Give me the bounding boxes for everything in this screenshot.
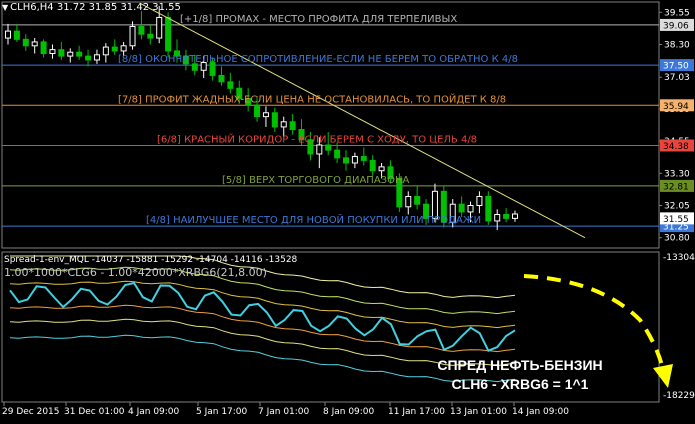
- candle-body: [31, 41, 38, 47]
- candle-body: [218, 74, 225, 83]
- chart-window[interactable]: 39.5538.3037.0335.8034.5533.3032.0530.80…: [0, 0, 695, 424]
- candle-body: [467, 204, 474, 213]
- candle-body: [334, 149, 341, 159]
- candle-body: [280, 121, 287, 128]
- candle-body: [458, 203, 465, 213]
- time-axis-label: 31 Dec 01:00: [64, 407, 125, 417]
- candle-body: [476, 195, 483, 206]
- candle-body: [76, 51, 83, 57]
- candle-body: [49, 49, 56, 55]
- candle-body: [227, 81, 234, 89]
- symbol-line: CLH6,H4 31.72 31.85 31.42 31.55: [10, 2, 181, 13]
- spread-line: [9, 281, 516, 352]
- level-label-l6: [4/8] НАИЛУЧШЕЕ МЕСТО ДЛЯ НОВОЙ ПОКУПКИ …: [146, 213, 481, 226]
- level-label-l2: [8/8] ОКОНЧАТЕЛЬНОЕ СОПРОТИВЛЕНИЕ-ЕСЛИ Н…: [118, 54, 518, 65]
- level-label-l3: [7/8] ПРОФИТ ЖАДНЫХ-ЕСЛИ ЦЕНА НЕ ОСТАНОВ…: [118, 92, 506, 105]
- candle-body: [271, 112, 278, 128]
- candle-body: [58, 49, 65, 57]
- last-price-text: 31.55: [663, 215, 689, 225]
- candle-body: [85, 55, 92, 61]
- spread-annotation: СПРЕД НЕФТЬ-БЕНЗИН CLH6 - XRBG6 = 1^1: [430, 356, 610, 394]
- envelope-band-3: [9, 304, 516, 353]
- candle-body: [494, 214, 501, 222]
- candle-body: [129, 25, 136, 47]
- level-price-badge-text: 37.50: [663, 62, 689, 72]
- candle-body: [414, 195, 421, 205]
- level-price-badge-text: 39.06: [663, 21, 689, 31]
- osc-scale-top: -13304: [663, 253, 695, 263]
- time-axis-label: 29 Dec 2015: [2, 407, 60, 417]
- level-price-badge-text: 32.81: [663, 182, 689, 192]
- candle-body: [262, 112, 269, 118]
- candle-body: [13, 30, 20, 40]
- candle-body: [156, 16, 163, 39]
- candle-body: [22, 38, 29, 47]
- candle-body: [316, 144, 323, 155]
- forecast-arrow-head-icon: [653, 364, 673, 388]
- time-axis-label: 8 Jan 09:00: [323, 407, 375, 417]
- osc-scale-bottom: -18229: [663, 391, 695, 401]
- candle-body: [512, 213, 518, 219]
- candle-body: [93, 54, 100, 61]
- level-label-l5: [5/8] ВЕРХ ТОРГОВОГО ДИАПАЗОНА: [222, 175, 409, 186]
- candle-body: [111, 46, 118, 52]
- annotation-line-1: СПРЕД НЕФТЬ-БЕНЗИН: [437, 357, 603, 373]
- candle-body: [360, 156, 367, 161]
- price-scale-label: 39.55: [664, 8, 690, 18]
- level-label-l4: [6/8] КРАСНЫЙ КОРИДОР - ЕСЛИ БЕРЕМ С ХОД…: [157, 132, 477, 145]
- time-axis-label: 14 Jan 09:00: [512, 407, 569, 417]
- price-scale-label: 32.05: [664, 201, 690, 211]
- candle-body: [485, 195, 492, 222]
- candle-body: [289, 121, 296, 131]
- candle-body: [102, 46, 109, 56]
- candle-body: [138, 25, 145, 35]
- trend-line: [139, 2, 586, 239]
- oscillator-formula: 1.00*1000*CLG6 - 1.00*42000*XRBG6(21,8.0…: [4, 266, 267, 279]
- candle-body: [405, 195, 412, 208]
- candle-body: [503, 214, 510, 219]
- price-scale-label: 33.30: [664, 169, 690, 179]
- candle-body: [165, 16, 172, 52]
- level-price-badge-text: 34.38: [663, 142, 689, 152]
- candle-body: [343, 157, 349, 164]
- symbol-title: ▼ CLH6,H4 31.72 31.85 31.42 31.55: [2, 2, 181, 13]
- time-axis-label: 5 Jan 17:00: [196, 407, 248, 417]
- price-scale-label: 38.30: [664, 41, 690, 51]
- candle-body: [369, 159, 376, 172]
- time-axis-label: 11 Jan 17:00: [388, 407, 445, 417]
- candle-body: [254, 104, 261, 118]
- candle-body: [325, 144, 332, 151]
- candle-body: [147, 33, 154, 39]
- annotation-line-2: CLH6 - XRBG6 = 1^1: [451, 376, 589, 392]
- candle-body: [67, 51, 74, 57]
- price-scale-label: 37.03: [664, 73, 690, 83]
- level-label-l1: [+1/8] ПРОМАХ - МЕСТО ПРОФИТА ДЛЯ ТЕРПЕЛ…: [180, 14, 457, 25]
- main-pane-frame: [1, 1, 660, 249]
- price-scale-label: 30.80: [664, 234, 690, 244]
- candle-body: [120, 45, 127, 52]
- level-price-badge-text: 35.94: [663, 102, 689, 112]
- candle-body: [40, 41, 47, 55]
- candle-body: [5, 30, 11, 39]
- time-axis-label: 13 Jan 01:00: [450, 407, 507, 417]
- time-axis-label: 7 Jan 01:00: [258, 407, 310, 417]
- oscillator-title: Spread-1-env_MQL -14037 -15881 -15292 -1…: [4, 255, 298, 265]
- collapse-triangle-icon[interactable]: ▼: [2, 3, 8, 12]
- candle-body: [378, 166, 385, 172]
- candle-body: [351, 156, 358, 164]
- time-axis-label: 4 Jan 09:00: [128, 407, 180, 417]
